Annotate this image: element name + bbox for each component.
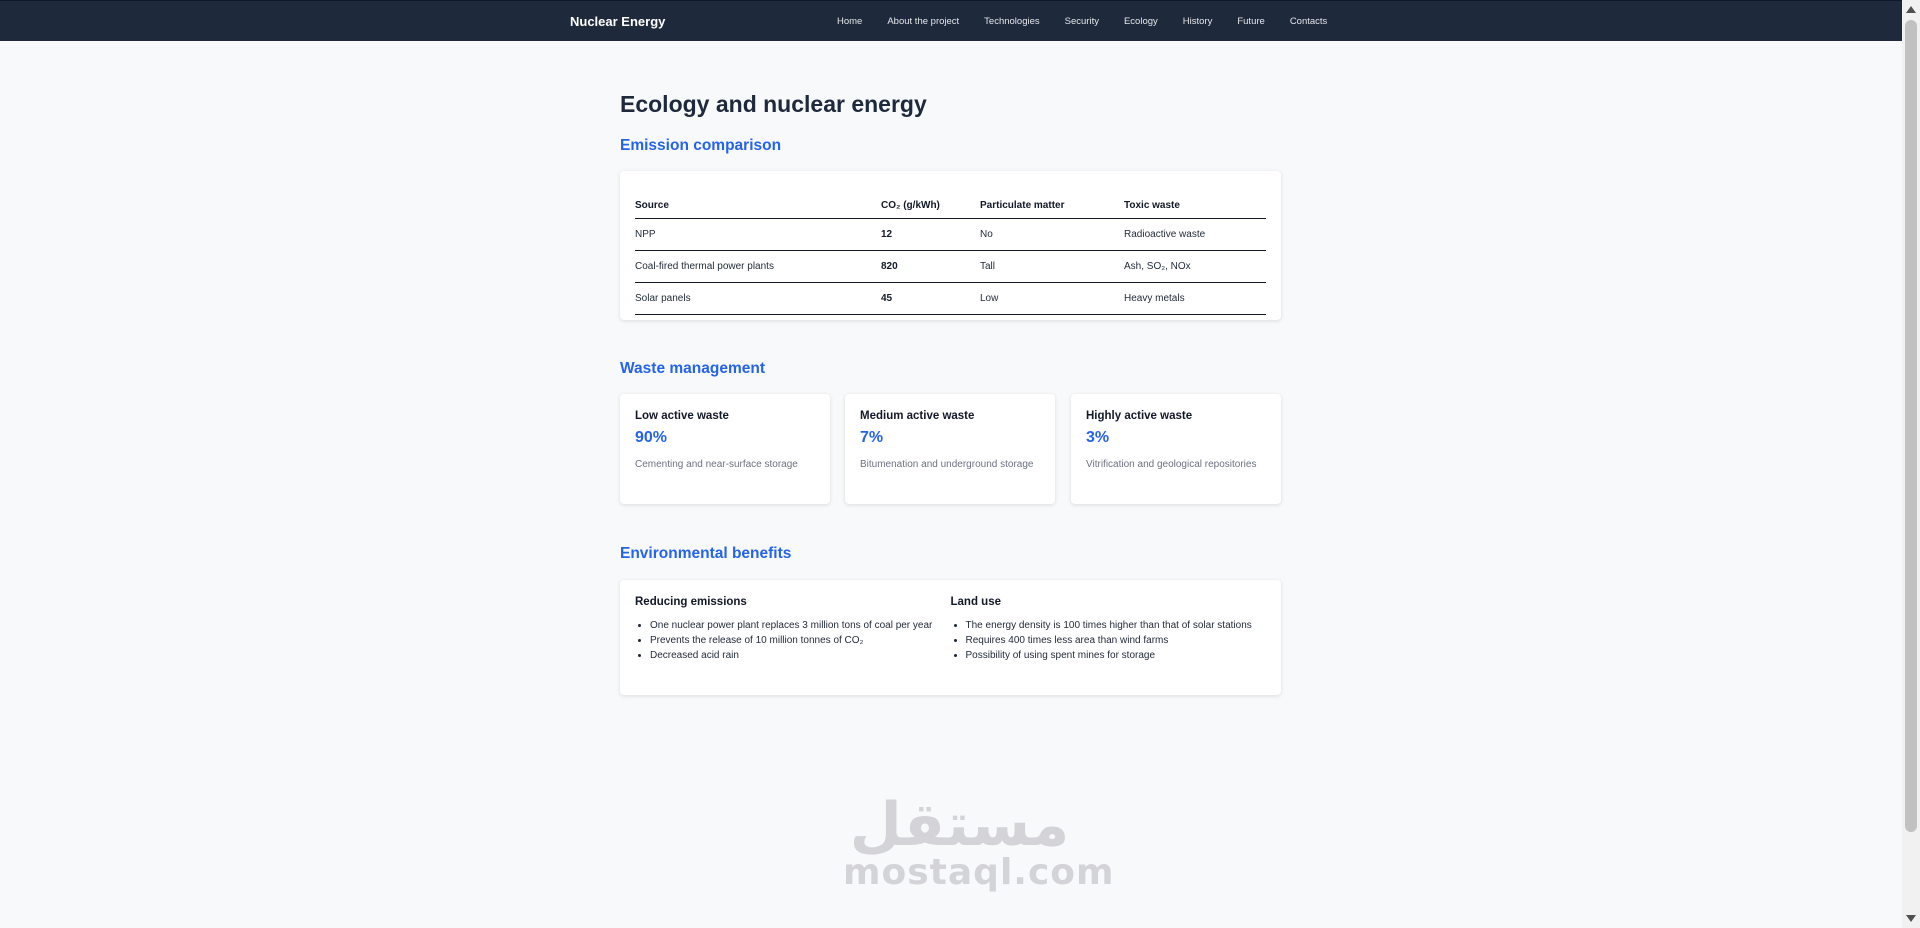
- column-header-particulate: Particulate matter: [980, 185, 1124, 219]
- nav-links: Home About the project Technologies Secu…: [837, 16, 1327, 27]
- scrollbar-thumb[interactable]: [1905, 20, 1917, 832]
- cell-source: Coal-fired thermal power plants: [635, 250, 881, 283]
- waste-card-percent: 3%: [1086, 429, 1110, 446]
- benefit-list: The energy density is 100 times higher t…: [951, 618, 1267, 663]
- table-row: NPP 12 No Radioactive waste: [635, 218, 1266, 251]
- brand-logo-text[interactable]: Nuclear Energy: [570, 14, 665, 29]
- watermark: مستقل mostaql.com: [843, 790, 1115, 893]
- cell-toxic-waste: Heavy metals: [1124, 282, 1266, 315]
- nav-link-contacts[interactable]: Contacts: [1290, 16, 1328, 27]
- column-header-co2: CO₂ (g/kWh): [881, 185, 980, 219]
- column-header-source: Source: [635, 185, 881, 219]
- cell-toxic-waste: Ash, SO₂, NOx: [1124, 250, 1266, 283]
- waste-card-medium: Medium active waste 7% Bitumenation and …: [845, 394, 1055, 504]
- cell-particulate: No: [980, 218, 1124, 251]
- cell-source: NPP: [635, 218, 881, 251]
- list-item: Decreased acid rain: [650, 648, 951, 663]
- benefit-column-land-use: Land use The energy density is 100 times…: [951, 596, 1267, 679]
- cell-particulate: Tall: [980, 250, 1124, 283]
- list-item: One nuclear power plant replaces 3 milli…: [650, 618, 951, 633]
- benefit-column-title: Land use: [950, 596, 1001, 608]
- benefit-list: One nuclear power plant replaces 3 milli…: [635, 618, 951, 663]
- waste-card-title: Highly active waste: [1086, 410, 1193, 422]
- waste-card-description: Cementing and near-surface storage: [635, 459, 798, 470]
- nav-link-home[interactable]: Home: [837, 16, 862, 27]
- list-item: Prevents the release of 10 million tonne…: [650, 633, 951, 648]
- table-header-row: Source CO₂ (g/kWh) Particulate matter To…: [635, 185, 1266, 219]
- nav-link-future[interactable]: Future: [1237, 16, 1264, 27]
- cell-particulate: Low: [980, 282, 1124, 315]
- benefits-card: Reducing emissions One nuclear power pla…: [620, 580, 1281, 695]
- watermark-latin-text: mostaql.com: [843, 852, 1115, 893]
- waste-card-description: Vitrification and geological repositorie…: [1086, 459, 1257, 470]
- column-header-toxic-waste: Toxic waste: [1124, 185, 1266, 219]
- benefit-column-title: Reducing emissions: [635, 596, 747, 608]
- list-item: The energy density is 100 times higher t…: [966, 618, 1267, 633]
- cell-co2: 45: [881, 282, 980, 315]
- list-item: Possibility of using spent mines for sto…: [966, 648, 1267, 663]
- nav-link-ecology[interactable]: Ecology: [1124, 16, 1158, 27]
- top-navbar: Nuclear Energy Home About the project Te…: [0, 0, 1902, 41]
- waste-card-high: Highly active waste 3% Vitrification and…: [1071, 394, 1281, 504]
- cell-source: Solar panels: [635, 282, 881, 315]
- waste-card-percent: 90%: [635, 429, 668, 446]
- emission-table: Source CO₂ (g/kWh) Particulate matter To…: [635, 185, 1266, 315]
- benefits-section-title: Environmental benefits: [620, 545, 792, 562]
- emission-section-title: Emission comparison: [620, 137, 782, 154]
- nav-link-about[interactable]: About the project: [887, 16, 959, 27]
- nav-link-technologies[interactable]: Technologies: [984, 16, 1039, 27]
- table-row: Solar panels 45 Low Heavy metals: [635, 282, 1266, 315]
- page-title: Ecology and nuclear energy: [620, 91, 927, 117]
- waste-card-low: Low active waste 90% Cementing and near-…: [620, 394, 830, 504]
- benefit-column-emissions: Reducing emissions One nuclear power pla…: [635, 596, 951, 679]
- waste-card-percent: 7%: [860, 429, 884, 446]
- cell-toxic-waste: Radioactive waste: [1124, 218, 1266, 251]
- waste-card-description: Bitumenation and underground storage: [860, 459, 1034, 470]
- table-row: Coal-fired thermal power plants 820 Tall…: [635, 250, 1266, 283]
- vertical-scrollbar[interactable]: [1902, 0, 1920, 928]
- nav-link-history[interactable]: History: [1183, 16, 1213, 27]
- nav-link-security[interactable]: Security: [1065, 16, 1099, 27]
- scroll-down-arrow-icon[interactable]: [1906, 915, 1916, 922]
- scroll-up-arrow-icon[interactable]: [1906, 6, 1916, 13]
- watermark-arabic-text: مستقل: [849, 790, 1070, 860]
- waste-card-title: Medium active waste: [860, 410, 975, 422]
- emission-table-card: Source CO₂ (g/kWh) Particulate matter To…: [620, 171, 1281, 320]
- waste-section-title: Waste management: [620, 360, 765, 377]
- main-content: Ecology and nuclear energy Emission comp…: [620, 90, 1281, 695]
- list-item: Requires 400 times less area than wind f…: [966, 633, 1267, 648]
- cell-co2: 12: [881, 218, 980, 251]
- cell-co2: 820: [881, 250, 980, 283]
- waste-card-title: Low active waste: [635, 410, 729, 422]
